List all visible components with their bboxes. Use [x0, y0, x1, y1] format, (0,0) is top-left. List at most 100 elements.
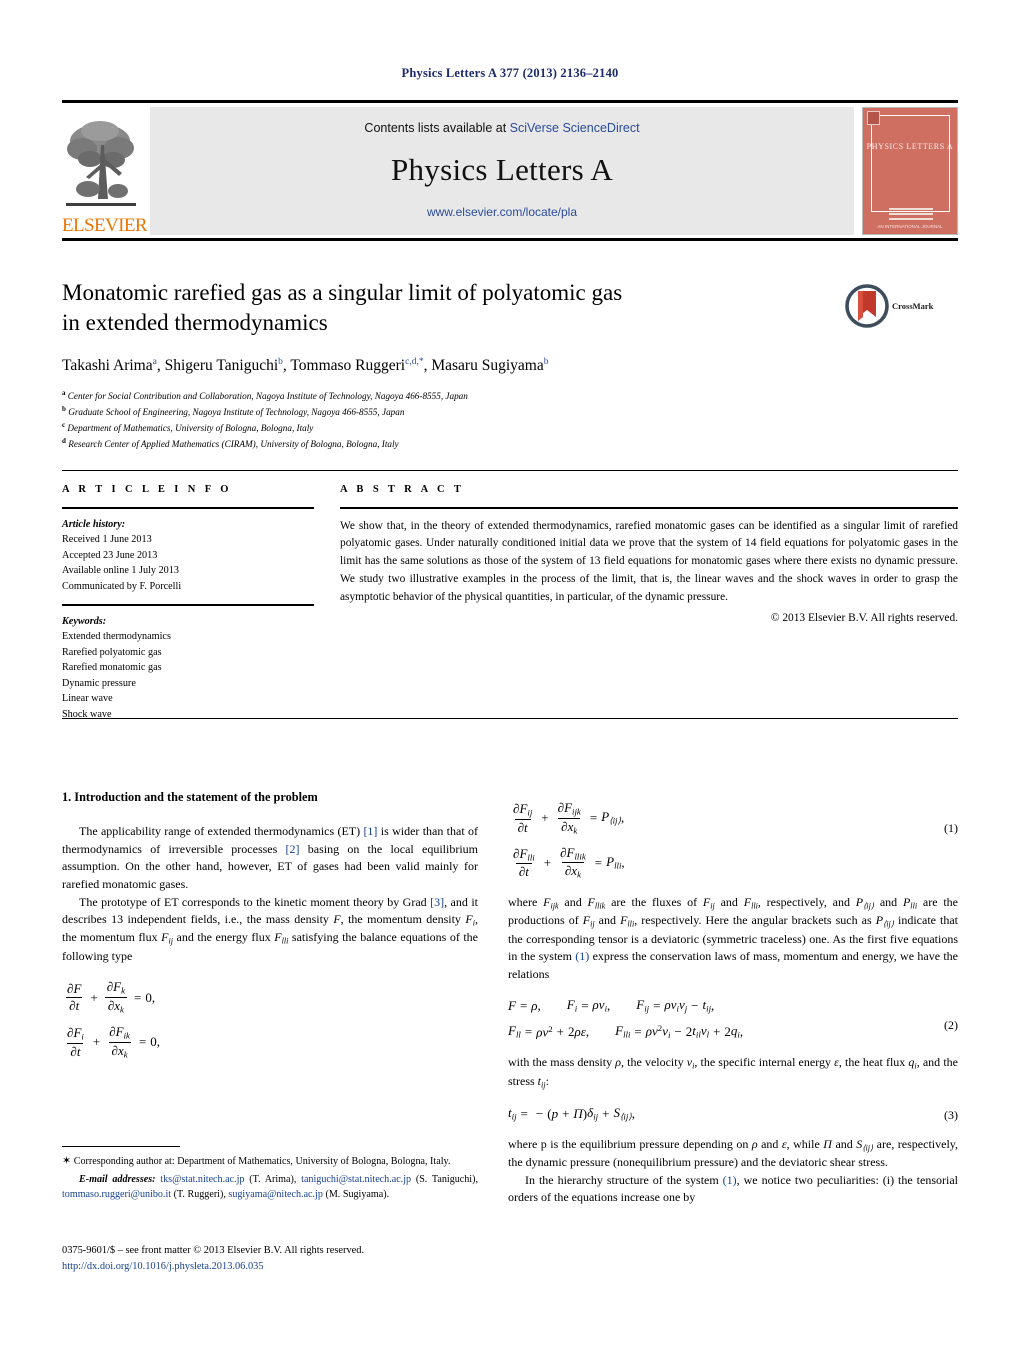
- equation-body: ∂F ∂t + ∂Fk ∂xk = 0, ∂Fi ∂t + ∂Fik ∂xk = 0,: [62, 980, 160, 1059]
- article-history-group: Article history: Received 1 June 2013 Ac…: [62, 517, 314, 595]
- keyword-item: Rarefied polyatomic gas: [62, 646, 162, 658]
- author-name[interactable]: Tommaso Ruggeri: [290, 357, 405, 374]
- text-run: and: [594, 913, 621, 928]
- equation-line: ∂F ∂t + ∂Fk ∂xk = 0,: [66, 979, 156, 1015]
- journal-url-link[interactable]: www.elsevier.com/locate/pla: [427, 205, 577, 219]
- citation-ref-1[interactable]: [1]: [363, 824, 377, 838]
- email-link[interactable]: tommaso.ruggeri@unibo.it: [62, 1189, 171, 1200]
- article-info-heading: A R T I C L E I N F O: [62, 484, 232, 495]
- text-run: :: [545, 1073, 549, 1088]
- author-marks: b: [278, 356, 283, 367]
- equation-line: tij = −(p + Π) δij + S⟨ij⟩,: [508, 1104, 635, 1122]
- crossmark-icon: [845, 284, 889, 328]
- cover-footer: AN INTERNATIONAL JOURNAL: [877, 224, 943, 229]
- cover-frame: [871, 115, 950, 212]
- text-run: , the heat flux: [838, 1055, 909, 1070]
- article-info-column: A R T I C L E I N F O Article history: R…: [62, 484, 314, 722]
- paper-title-line-1: Monatomic rarefied gas as a singular lim…: [62, 280, 623, 305]
- text-run: with the mass density: [508, 1055, 616, 1070]
- abstract-rule: [340, 507, 958, 509]
- citation-eq-1[interactable]: (1): [575, 949, 589, 963]
- text-run: and: [757, 1136, 782, 1151]
- author-name[interactable]: Shigeru Taniguchi: [165, 357, 279, 374]
- history-item: Available online 1 July 2013: [62, 565, 179, 576]
- citation-eq-1-second[interactable]: (1): [723, 1173, 737, 1187]
- email-owner: (T. Ruggeri): [173, 1188, 224, 1200]
- equation-number: (1): [944, 821, 958, 835]
- front-matter-block: 0375-9601/$ – see front matter © 2013 El…: [62, 1243, 492, 1274]
- affiliation-mark: d: [62, 436, 66, 445]
- front-matter-line: 0375-9601/$ – see front matter © 2013 El…: [62, 1245, 365, 1256]
- contents-available-line: Contents lists available at SciVerse Sci…: [364, 121, 639, 135]
- footnote-corresponding-text: Corresponding author at: Department of M…: [73, 1156, 451, 1168]
- crossmark-badge[interactable]: CrossMark: [845, 282, 957, 330]
- journal-title: Physics Letters A: [390, 152, 614, 187]
- paragraph-applicability: The applicability range of extended ther…: [62, 823, 478, 894]
- elsevier-wordmark: ELSEVIER: [62, 215, 148, 236]
- email-link[interactable]: sugiyama@nitech.ac.jp: [228, 1189, 323, 1200]
- author-list: Takashi Arimaa, Shigeru Taniguchib, Tomm…: [62, 356, 549, 374]
- text-run: where: [508, 895, 544, 909]
- text-run: In the hierarchy structure of the system: [525, 1172, 723, 1187]
- affiliation-text: Center for Social Contribution and Colla…: [67, 391, 468, 402]
- history-item: Accepted 23 June 2013: [62, 549, 158, 561]
- abstract-copyright: © 2013 Elsevier B.V. All rights reserved…: [770, 612, 958, 625]
- equation-1: ∂Fij ∂t + ∂Fijk ∂xk = P⟨ij⟩, ∂Flli ∂t + ∂Fll…: [508, 801, 958, 880]
- keywords-divider-rule: [62, 604, 314, 606]
- affiliation-mark: c: [62, 420, 66, 429]
- equation-body: F = ρ, Fi = ρvi, Fij = ρvivj − tij, Fll = ρv2 +2 ρε,…: [508, 998, 743, 1040]
- citation-ref-2[interactable]: [2]: [286, 842, 300, 856]
- paragraph-hierarchy: In the hierarchy structure of the system…: [508, 1172, 958, 1207]
- text-run: where p is the equilibrium pressure depe…: [508, 1136, 752, 1151]
- text-run: , respectively, and: [757, 895, 856, 909]
- email-link[interactable]: taniguchi@stat.nitech.ac.jp: [301, 1174, 411, 1185]
- keywords-label: Keywords:: [62, 615, 107, 627]
- author-marks: a: [152, 356, 157, 367]
- affiliation-text: Department of Mathematics, University of…: [67, 423, 314, 433]
- equation-body: tij = −(p + Π) δij + S⟨ij⟩,: [508, 1106, 635, 1122]
- equation-3: tij = −(p + Π) δij + S⟨ij⟩, (3): [508, 1106, 958, 1123]
- sciencedirect-link[interactable]: SciVerse ScienceDirect: [510, 121, 640, 135]
- crossmark-label: CrossMark: [892, 301, 934, 311]
- paper-title-line-2: in extended thermodynamics: [62, 309, 328, 335]
- author-name[interactable]: Masaru Sugiyama: [431, 357, 543, 374]
- citation-ref-3[interactable]: [3]: [430, 895, 444, 909]
- affiliation-mark: a: [62, 389, 66, 397]
- affiliation-item: d Research Center of Applied Mathematics…: [62, 436, 862, 452]
- keyword-item: Dynamic pressure: [62, 677, 136, 689]
- email-owner: (T. Arima): [249, 1173, 294, 1185]
- history-item: Received 1 June 2013: [62, 534, 152, 545]
- email-link[interactable]: tks@stat.nitech.ac.jp: [160, 1174, 244, 1185]
- equation-line: Fll = ρv2 +2 ρε, Flli = ρv2vi −2 tilvl +2 qi,: [508, 1023, 744, 1041]
- paper-page: Physics Letters A 377 (2013) 2136–2140 E…: [0, 0, 1020, 1351]
- text-run: , the velocity: [621, 1055, 687, 1070]
- paragraph-equilibrium-pressure: where p is the equilibrium pressure depe…: [508, 1136, 959, 1170]
- running-head: Physics Letters A 377 (2013) 2136–2140: [401, 66, 619, 80]
- keyword-item: Shock wave: [62, 708, 112, 720]
- footnote-corresponding-author: ✶ Corresponding author at: Department of…: [62, 1153, 478, 1170]
- doi-link[interactable]: http://dx.doi.org/10.1016/j.physleta.201…: [62, 1259, 492, 1275]
- masthead-banner: Contents lists available at SciVerse Sci…: [150, 107, 854, 235]
- keywords-group: Keywords: Extended thermodynamics Rarefi…: [62, 614, 314, 723]
- cover-band: [889, 208, 933, 210]
- affiliation-item: b Graduate School of Engineering, Nagoya…: [62, 404, 862, 420]
- section-heading-introduction: 1. Introduction and the statement of the…: [62, 790, 318, 804]
- cover-band: [889, 213, 933, 215]
- equation-line: ∂Fi ∂t + ∂Fik ∂xk = 0,: [67, 1023, 161, 1059]
- text-run: and: [558, 895, 588, 909]
- text-run: , the momentum density: [340, 912, 466, 927]
- text-run: , while: [786, 1136, 824, 1151]
- cover-title: PHYSICS LETTERS A: [866, 142, 954, 151]
- text-run: and: [714, 895, 744, 909]
- author-name[interactable]: Takashi Arima: [62, 357, 153, 374]
- affiliation-text: Graduate School of Engineering, Nagoya I…: [68, 407, 405, 418]
- email-owner: (S. Taniguchi): [415, 1173, 476, 1185]
- cover-band: [889, 218, 933, 220]
- abstract-heading: A B S T R A C T: [340, 484, 465, 495]
- masthead-top-rule: [62, 100, 958, 103]
- keyword-item: Linear wave: [62, 693, 113, 704]
- abstract-text: We show that, in the theory of extended …: [340, 519, 958, 604]
- history-item: Communicated by F. Porcelli: [62, 580, 182, 592]
- contents-prefix: Contents lists available at: [364, 121, 510, 135]
- text-run: and the energy flux: [173, 930, 275, 945]
